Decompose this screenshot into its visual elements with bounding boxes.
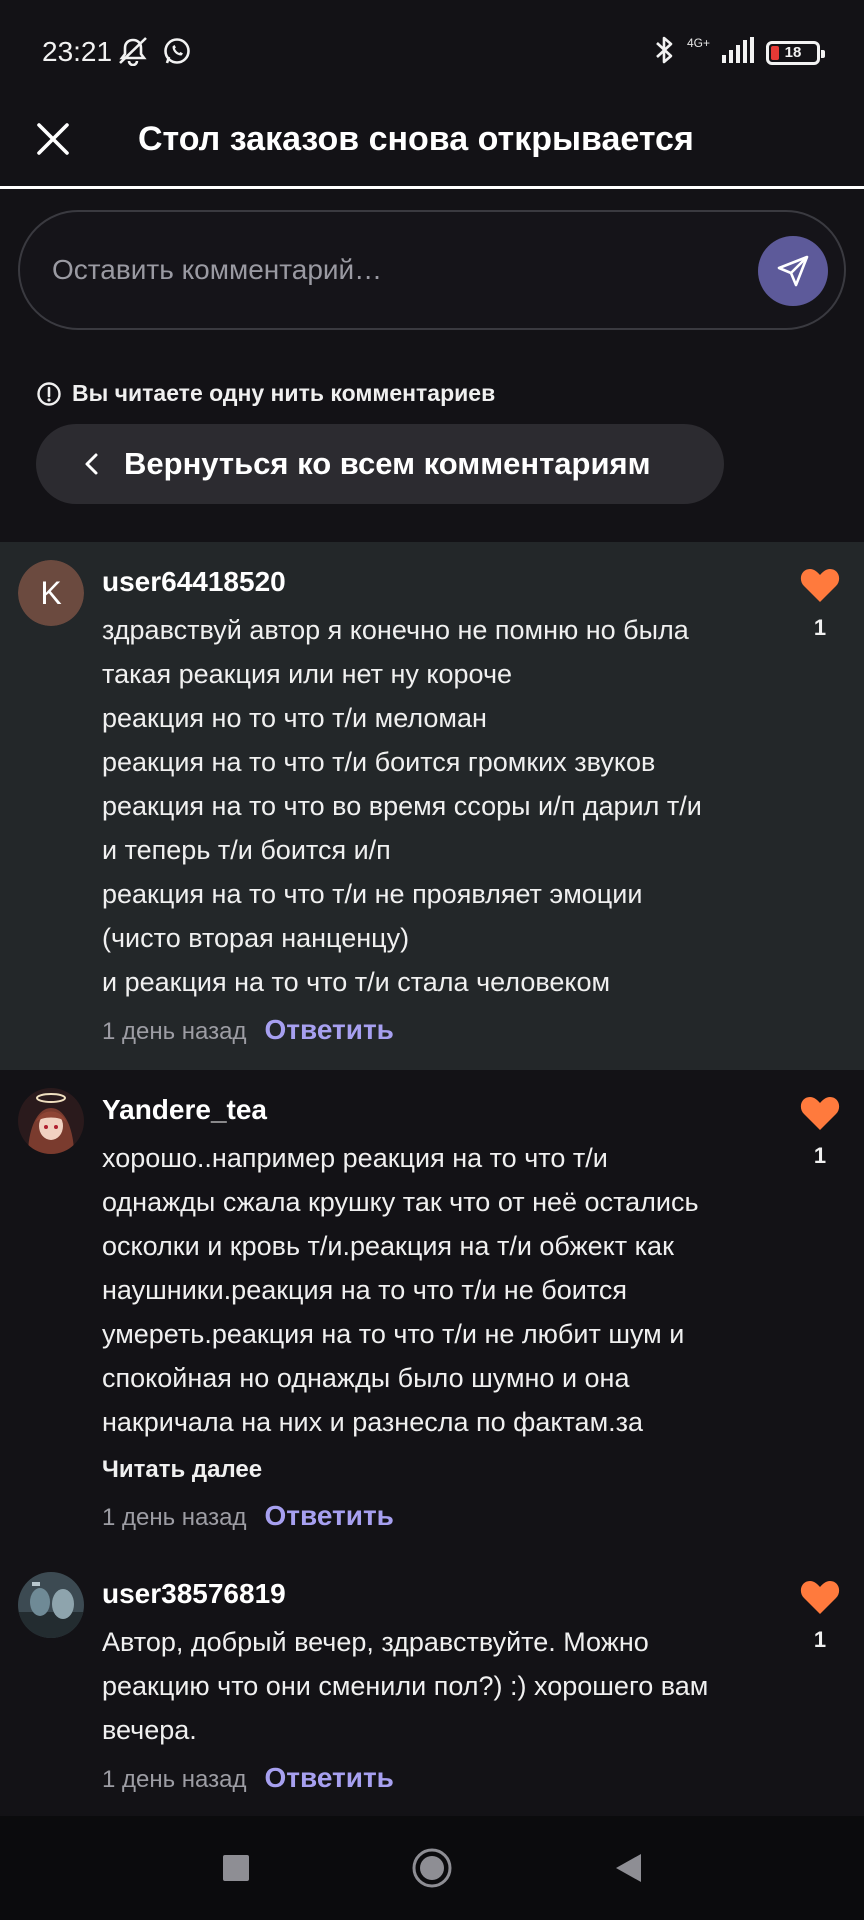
comment-line: Автор, добрый вечер, здравствуйте. Можно (102, 1627, 649, 1657)
battery-icon: 18 (766, 40, 825, 65)
read-more-link[interactable]: Читать далее (102, 1456, 262, 1484)
header-divider (0, 186, 864, 189)
like-button[interactable]: 1 (798, 1094, 842, 1169)
comment-body: Автор, добрый вечер, здравствуйте. Можно… (102, 1620, 762, 1752)
system-nav-bar (0, 1816, 864, 1920)
thread-notice: Вы читаете одну нить комментариев (36, 380, 495, 407)
mute-icon (116, 36, 150, 71)
page-title: Стол заказов снова открывается (138, 120, 694, 158)
heart-icon (800, 569, 840, 602)
reply-button[interactable]: Ответить (264, 1014, 393, 1046)
reply-button[interactable]: Ответить (264, 1500, 393, 1532)
comment-line: осколки и кровь т/и.реакция на т/и обжек… (102, 1231, 674, 1261)
comment-line: накричала на них и разнесла по фактам.за (102, 1407, 644, 1437)
comment-line: и теперь т/и боится и/п (102, 835, 391, 865)
recent-apps-icon (223, 1855, 249, 1881)
comment-line: спокойная но однажды было шумно и она (102, 1363, 630, 1393)
battery-fill (771, 45, 779, 60)
like-button[interactable]: 1 (798, 566, 842, 641)
send-button[interactable] (758, 236, 828, 306)
chevron-left-icon (85, 453, 98, 475)
avatar[interactable] (18, 1088, 84, 1154)
comment-line: хорошо..например реакция на то что т/и (102, 1143, 608, 1173)
header: Стол заказов снова открывается (0, 104, 864, 188)
comment-line: однажды сжала крушку так что от неё оста… (102, 1187, 699, 1217)
comment-time: 1 день назад (102, 1018, 247, 1045)
thread-notice-text: Вы читаете одну нить комментариев (72, 380, 496, 406)
signal-icon (722, 37, 754, 68)
comment-body: здравствуй автор я конечно не помню но б… (102, 608, 762, 1004)
comment-line: такая реакция или нет ну короче (102, 659, 513, 689)
comment-line: реакция но то что т/и меломан (102, 703, 487, 733)
avatar-letter: K (18, 560, 84, 626)
comment-meta: 1 день назад Ответить (102, 1762, 394, 1794)
back-icon (616, 1854, 641, 1882)
comment-item: Yandere_tea хорошо..например реакция на … (0, 1070, 864, 1554)
comment-line: наушники.реакция на то что т/и не боится (102, 1275, 627, 1305)
like-button[interactable]: 1 (798, 1578, 842, 1653)
bluetooth-icon (653, 34, 675, 71)
back-button[interactable] (606, 1846, 650, 1890)
like-count: 1 (813, 1143, 827, 1168)
comment-username[interactable]: Yandere_tea (102, 1094, 267, 1126)
comment-username[interactable]: user38576819 (102, 1578, 286, 1610)
comment-body: хорошо..например реакция на то что т/и о… (102, 1136, 762, 1444)
comment-box (18, 210, 846, 330)
close-button[interactable] (28, 114, 78, 164)
comment-line: вечера. (102, 1715, 197, 1745)
back-to-all-comments-label: Вернуться ко всем комментариям (124, 446, 651, 481)
status-time: 23:21 (42, 36, 113, 67)
screen: 23:21 4G+ 18 Стол заказов снова открывае… (0, 0, 864, 1920)
back-to-all-comments-button[interactable]: Вернуться ко всем комментариям (36, 424, 724, 504)
close-icon (37, 123, 69, 155)
like-count: 1 (813, 615, 827, 640)
comment-line: (чисто вторая нанценцу) (102, 923, 410, 953)
status-bar: 23:21 4G+ 18 (0, 0, 864, 104)
avatar-image (18, 1572, 84, 1638)
recent-apps-button[interactable] (214, 1846, 258, 1890)
send-icon (777, 255, 809, 287)
comment-line: реакция на то что во время ссоры и/п дар… (102, 791, 702, 821)
comment-meta: 1 день назад Ответить (102, 1014, 394, 1046)
status-icons-right: 4G+ 18 (653, 34, 825, 71)
comment-line: реакцию что они сменили пол?) :) хорошег… (102, 1671, 709, 1701)
comment-time: 1 день назад (102, 1504, 247, 1531)
avatar[interactable]: K (18, 560, 84, 626)
comment-line: умереть.реакция на то что т/и не любит ш… (102, 1319, 685, 1349)
comment-line: реакция на то что т/и не проявляет эмоци… (102, 879, 643, 909)
network-type: 4G+ (686, 35, 710, 50)
comment-meta: 1 день назад Ответить (102, 1500, 394, 1532)
status-icons-left (116, 36, 192, 71)
comment-time: 1 день назад (102, 1766, 247, 1793)
avatar-image (18, 1088, 84, 1154)
comment-input[interactable] (52, 242, 732, 298)
reply-button[interactable]: Ответить (264, 1762, 393, 1794)
whatsapp-icon (162, 36, 192, 71)
comment-item: user38576819 Автор, добрый вечер, здравс… (0, 1554, 864, 1816)
comment-line: и реакция на то что т/и стала человеком (102, 967, 611, 997)
comment-line: реакция на то что т/и боится громких зву… (102, 747, 656, 777)
home-icon (412, 1848, 452, 1888)
heart-icon (800, 1581, 840, 1614)
avatar[interactable] (18, 1572, 84, 1638)
comment-username[interactable]: user64418520 (102, 566, 286, 598)
like-count: 1 (813, 1627, 827, 1652)
comment-item: K user64418520 здравствуй автор я конечн… (0, 542, 864, 1070)
heart-icon (800, 1097, 840, 1130)
info-icon (37, 381, 61, 406)
home-button[interactable] (410, 1846, 454, 1890)
comment-line: здравствуй автор я конечно не помню но б… (102, 615, 689, 645)
battery-level: 18 (784, 44, 802, 61)
